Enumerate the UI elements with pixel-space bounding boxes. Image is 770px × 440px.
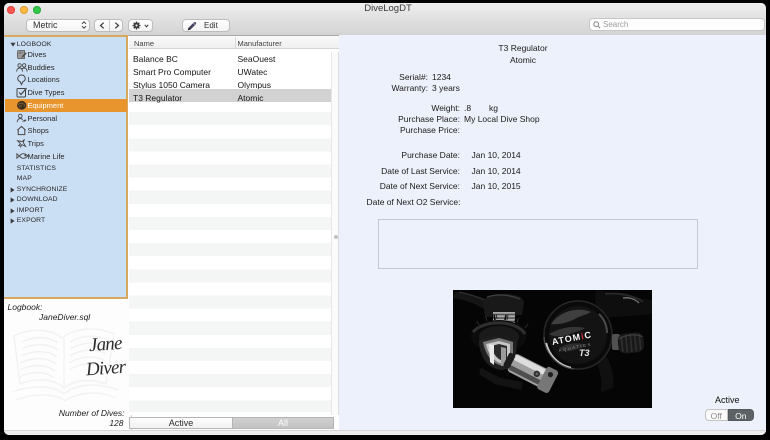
svg-text:T3: T3 (579, 348, 590, 358)
